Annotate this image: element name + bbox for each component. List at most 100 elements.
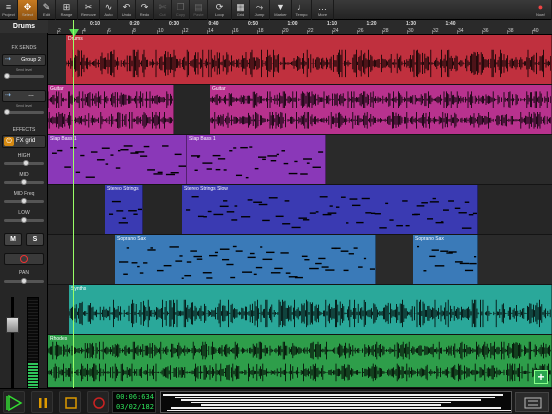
play-button[interactable] bbox=[3, 391, 25, 413]
edit-tool-button[interactable]: ✎ Edit bbox=[38, 0, 56, 20]
ruler-bar-number: 10 bbox=[158, 28, 164, 34]
midi-note bbox=[137, 265, 140, 268]
clip-drums[interactable]: Drums bbox=[66, 35, 552, 84]
slider-knob[interactable] bbox=[21, 179, 27, 185]
project-tool-button[interactable]: ≡ Project bbox=[0, 0, 18, 20]
lane-slap-bass[interactable]: Slap Bass 1 Slap Bass 1 bbox=[48, 135, 552, 185]
eq-mid-freq-slider[interactable] bbox=[4, 198, 44, 204]
time-counter[interactable]: 00:06:634 03/02/182 bbox=[112, 391, 156, 413]
ruler-time-label: 1:10 bbox=[327, 21, 338, 27]
slider-knob[interactable] bbox=[21, 217, 27, 223]
auto-tool-button[interactable]: ∿ Auto bbox=[100, 0, 118, 20]
send-1-level-slider[interactable] bbox=[4, 73, 44, 79]
fx-grid-button[interactable]: ⏻ FX grid bbox=[2, 135, 46, 148]
record-button[interactable] bbox=[87, 391, 109, 413]
send-1-button[interactable]: ⇢ Group 2 bbox=[2, 54, 46, 66]
jump-tool-button[interactable]: ⤳ Jump bbox=[250, 0, 270, 20]
stop-button[interactable] bbox=[59, 391, 81, 413]
midi-note bbox=[135, 151, 145, 153]
clip-rhodes[interactable]: Rhodes bbox=[48, 335, 552, 387]
loop-tool-button[interactable]: ⟳ Loop bbox=[208, 0, 232, 20]
copy-tool-button[interactable]: ❐ Copy bbox=[172, 0, 190, 20]
clip-sax[interactable]: Soprano Sax bbox=[115, 235, 376, 284]
overview-toggle-button[interactable] bbox=[515, 392, 549, 412]
clip-strings[interactable]: Stereo Strings bbox=[105, 185, 143, 234]
lane-rhodes[interactable]: Rhodes bbox=[48, 335, 552, 388]
eq-low-slider[interactable] bbox=[4, 217, 44, 223]
midi-note bbox=[223, 169, 227, 171]
paste-tool-button[interactable]: ▤ Paste bbox=[190, 0, 208, 20]
overview-icon bbox=[524, 397, 542, 409]
midi-note bbox=[179, 255, 183, 257]
volume-fader-track[interactable] bbox=[11, 297, 14, 392]
power-icon[interactable]: ⏻ bbox=[4, 137, 14, 146]
auto-icon: ∿ bbox=[104, 2, 113, 12]
now-button[interactable]: ● Now! bbox=[530, 0, 552, 20]
eq-mid-slider[interactable] bbox=[4, 179, 44, 185]
volume-fader-handle[interactable] bbox=[6, 317, 19, 333]
midi-note bbox=[240, 146, 248, 149]
range-tool-label: Range bbox=[60, 12, 73, 17]
slider-knob[interactable] bbox=[4, 73, 10, 79]
track-name[interactable]: Drums bbox=[0, 20, 48, 33]
arrangement-area[interactable]: Drums Guitar Guitar Slap Bass 1 Slap Bass 1S… bbox=[48, 35, 552, 388]
midi-note bbox=[315, 211, 319, 213]
send-2-button[interactable]: ⇢ --- bbox=[2, 90, 46, 102]
midi-note bbox=[117, 149, 121, 152]
slider-knob[interactable] bbox=[21, 278, 27, 284]
range-tool-button[interactable]: ⊞ Range bbox=[56, 0, 78, 20]
clip-guitar[interactable]: Guitar bbox=[210, 85, 552, 134]
midi-note bbox=[335, 206, 340, 208]
eq-high-slider[interactable] bbox=[4, 160, 44, 166]
clip-guitar[interactable]: Guitar bbox=[48, 85, 174, 134]
lane-guitar[interactable]: Guitar Guitar bbox=[48, 85, 552, 135]
undo-tool-button[interactable]: ↶ Undo bbox=[118, 0, 136, 20]
marker-tool-button[interactable]: ▼ Marker bbox=[270, 0, 292, 20]
playhead-marker-icon[interactable] bbox=[69, 29, 79, 37]
midi-note bbox=[283, 162, 289, 165]
remove-tool-button[interactable]: ✂ Remove bbox=[78, 0, 100, 20]
clip-slap-bass[interactable]: Slap Bass 1 bbox=[48, 135, 187, 184]
record-arm-button[interactable] bbox=[4, 253, 44, 265]
marker-tool-label: Marker bbox=[274, 12, 287, 17]
ruler-bar-number: 16 bbox=[233, 28, 239, 34]
slider-knob[interactable] bbox=[21, 198, 27, 204]
pan-slider[interactable] bbox=[4, 278, 44, 284]
clip-strings[interactable]: Stereo Strings Slow bbox=[182, 185, 478, 234]
midi-note bbox=[454, 207, 461, 209]
midi-note bbox=[322, 213, 332, 216]
pause-button[interactable] bbox=[31, 391, 53, 413]
add-track-button[interactable]: + bbox=[534, 370, 548, 384]
redo-tool-button[interactable]: ↷ Redo bbox=[136, 0, 154, 20]
lane-strings[interactable]: Stereo Strings Stereo Strings Slow bbox=[48, 185, 552, 235]
slider-knob[interactable] bbox=[22, 160, 29, 166]
clip-slap-bass[interactable]: Slap Bass 1 bbox=[187, 135, 326, 184]
midi-note bbox=[133, 213, 138, 215]
slider-knob[interactable] bbox=[4, 109, 10, 115]
clip-sax[interactable]: Soprano Sax bbox=[413, 235, 478, 284]
clip-label: Rhodes bbox=[50, 336, 68, 342]
send-2-level-slider[interactable] bbox=[4, 109, 44, 115]
lane-drums[interactable]: Drums bbox=[48, 35, 552, 85]
clip-content bbox=[119, 245, 375, 279]
timeline-ruler[interactable]: 2 4 6 8 10 12 14 16 18 20 22 24 26 28 30 32 34 36 38 40 0:10… bbox=[48, 20, 552, 35]
lane-sax[interactable]: Soprano Sax Soprano Sax bbox=[48, 235, 552, 285]
more-tool-button[interactable]: … More bbox=[312, 0, 334, 20]
range-icon: ⊞ bbox=[62, 2, 71, 12]
cut-tool-button[interactable]: ✄ Cut bbox=[154, 0, 172, 20]
mute-button[interactable]: M bbox=[4, 233, 22, 246]
tempo-tool-button[interactable]: ♩ Tempo bbox=[292, 0, 312, 20]
lane-synths[interactable]: Synths bbox=[48, 285, 552, 335]
ruler-bar-number: 4 bbox=[83, 28, 86, 34]
ruler-time-label: 1:20 bbox=[366, 21, 377, 27]
midi-note bbox=[473, 255, 477, 258]
level-meter bbox=[27, 297, 39, 392]
midi-note bbox=[232, 245, 237, 248]
solo-button[interactable]: S bbox=[26, 233, 44, 246]
song-overview[interactable] bbox=[160, 391, 512, 413]
loop-icon: ⟳ bbox=[215, 2, 224, 12]
grid-tool-button[interactable]: ▦ Grid bbox=[232, 0, 250, 20]
midi-note bbox=[454, 261, 463, 263]
clip-synths[interactable]: Synths bbox=[69, 285, 552, 334]
select-tool-button[interactable]: ✥ Select bbox=[18, 0, 38, 20]
